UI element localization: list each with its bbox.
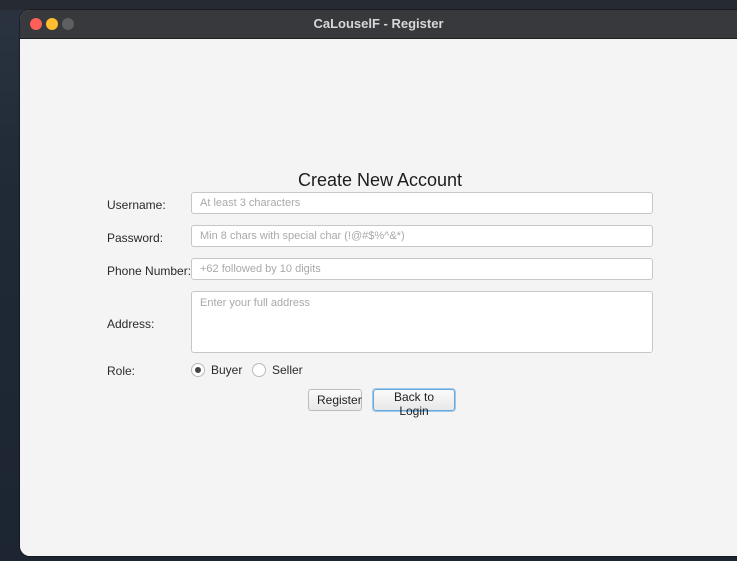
role-label: Role:	[107, 364, 136, 378]
buyer-radio[interactable]	[191, 363, 205, 377]
seller-radio-label[interactable]: Seller	[272, 363, 303, 377]
password-label: Password:	[107, 231, 164, 245]
register-button[interactable]: Register	[308, 389, 362, 411]
role-radio-group: Buyer Seller	[191, 363, 391, 379]
password-input[interactable]	[191, 225, 653, 247]
register-form: Create New Account Username: Password: P…	[20, 39, 737, 556]
title-bar: CaLouselF - Register	[20, 10, 737, 39]
desktop-background	[0, 0, 737, 10]
username-label: Username:	[107, 198, 166, 212]
window-title: CaLouselF - Register	[313, 16, 444, 31]
username-input[interactable]	[191, 192, 653, 214]
address-label: Address:	[107, 317, 155, 331]
back-to-login-button[interactable]: Back to Login	[373, 389, 455, 418]
address-textarea[interactable]	[191, 291, 653, 353]
phone-number-label: Phone Number:	[107, 264, 192, 278]
buyer-radio-label[interactable]: Buyer	[211, 363, 242, 377]
phone-number-input[interactable]	[191, 258, 653, 280]
register-window: CaLouselF - Register Create New Account …	[20, 10, 737, 556]
form-heading: Create New Account	[297, 170, 463, 190]
seller-radio[interactable]	[252, 363, 266, 377]
